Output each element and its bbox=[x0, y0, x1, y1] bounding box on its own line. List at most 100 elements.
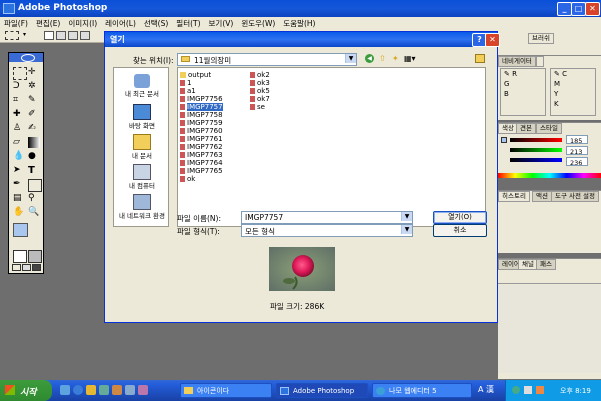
screen-mode-menu-icon[interactable] bbox=[22, 264, 31, 271]
start-button[interactable]: 시작 bbox=[0, 380, 52, 401]
zoom-tool-icon[interactable]: 🔍 bbox=[28, 207, 40, 218]
screen-mode-standard-icon[interactable] bbox=[12, 264, 21, 271]
tab-actions[interactable]: 액션 bbox=[532, 191, 552, 202]
magic-wand-icon[interactable]: ✲ bbox=[28, 81, 40, 92]
close-icon[interactable]: ✕ bbox=[585, 2, 600, 16]
menu-view[interactable]: 보기(V) bbox=[205, 17, 238, 29]
clone-stamp-icon[interactable]: ♙ bbox=[13, 123, 25, 134]
chevron-down-icon[interactable]: ▼ bbox=[401, 225, 412, 234]
tab-color[interactable]: 색상 bbox=[498, 123, 518, 134]
tab-brushes[interactable]: 브러쉬 bbox=[528, 33, 554, 44]
tab-tool-presets[interactable]: 도구 사전 설정 bbox=[551, 191, 600, 202]
list-item[interactable]: IMGP7764 bbox=[180, 159, 223, 167]
standard-mode-icon[interactable] bbox=[13, 250, 27, 263]
shape-tool-icon[interactable] bbox=[28, 179, 42, 192]
place-recent[interactable]: 내 최근 문서 bbox=[114, 74, 170, 98]
eraser-tool-icon[interactable]: ▱ bbox=[13, 137, 25, 148]
cancel-button[interactable]: 취소 bbox=[433, 224, 487, 237]
chevron-down-icon[interactable]: ▼ bbox=[345, 54, 356, 63]
menu-layer[interactable]: 레이어(L) bbox=[101, 17, 140, 29]
taskbar-item-folder[interactable]: 아이콘이다 bbox=[180, 383, 272, 398]
history-brush-icon[interactable]: ✍ bbox=[28, 123, 40, 134]
ie-icon[interactable] bbox=[73, 385, 83, 395]
marquee-tool-icon[interactable] bbox=[5, 31, 19, 40]
list-item[interactable]: ok5 bbox=[250, 87, 270, 95]
menu-edit[interactable]: 편집(E) bbox=[32, 17, 64, 29]
menu-help[interactable]: 도움말(H) bbox=[279, 17, 319, 29]
blur-tool-icon[interactable]: 💧 bbox=[13, 151, 25, 162]
place-network[interactable]: 내 네트워크 환경 bbox=[114, 194, 170, 220]
brush-tool-icon[interactable]: ✐ bbox=[28, 109, 40, 120]
tab-navigator[interactable]: 네비게이터 bbox=[498, 56, 536, 67]
move-tool-icon[interactable]: ✛ bbox=[28, 67, 40, 78]
slice-tool-icon[interactable]: ✎ bbox=[28, 95, 40, 106]
place-computer[interactable]: 내 컴퓨터 bbox=[114, 164, 170, 190]
list-item[interactable]: 1 bbox=[180, 79, 191, 87]
dodge-tool-icon[interactable]: ● bbox=[28, 151, 40, 162]
list-item[interactable]: IMGP7759 bbox=[180, 119, 223, 127]
foreground-color-swatch[interactable] bbox=[13, 223, 28, 237]
intersect-selection-icon[interactable] bbox=[80, 31, 90, 40]
notes-tool-icon[interactable]: ▤ bbox=[13, 193, 25, 204]
list-item[interactable]: a1 bbox=[180, 87, 196, 95]
list-item-selected[interactable]: IMGP7757 bbox=[180, 103, 223, 111]
back-icon[interactable]: ◀ bbox=[365, 54, 374, 63]
look-in-dropdown[interactable]: 11월의장미 ▼ bbox=[177, 53, 357, 66]
place-desktop[interactable]: 바탕 화면 bbox=[114, 104, 170, 130]
type-tool-icon[interactable]: T bbox=[28, 165, 40, 176]
red-value-field[interactable]: 185 bbox=[566, 135, 588, 145]
menu-select[interactable]: 선택(S) bbox=[140, 17, 172, 29]
crop-tool-icon[interactable]: ⌗ bbox=[13, 95, 25, 106]
list-item[interactable]: IMGP7761 bbox=[180, 135, 223, 143]
media-player-icon[interactable] bbox=[112, 385, 122, 395]
taskbar-item-namo[interactable]: 나모 웹에디터 5 bbox=[372, 383, 472, 398]
list-item[interactable]: output bbox=[180, 71, 211, 79]
path-selection-icon[interactable]: ➤ bbox=[13, 165, 25, 176]
chevron-down-icon[interactable]: ▼ bbox=[401, 212, 412, 221]
app-icon[interactable] bbox=[138, 385, 148, 395]
tab-styles[interactable]: 스타일 bbox=[536, 123, 562, 134]
tab-info[interactable] bbox=[536, 56, 544, 67]
app-icon[interactable] bbox=[125, 385, 135, 395]
subtract-selection-icon[interactable] bbox=[68, 31, 78, 40]
add-selection-icon[interactable] bbox=[56, 31, 66, 40]
list-item[interactable]: IMGP7762 bbox=[180, 143, 223, 151]
list-item[interactable]: ok2 bbox=[250, 71, 270, 79]
tab-swatches[interactable]: 견본 bbox=[516, 123, 536, 134]
open-button[interactable]: 열기(O) bbox=[433, 211, 487, 224]
tray-icon[interactable] bbox=[536, 386, 544, 394]
chevron-down-icon[interactable]: ▾ bbox=[23, 31, 31, 40]
green-value-field[interactable]: 213 bbox=[566, 146, 588, 156]
blue-slider[interactable] bbox=[510, 158, 562, 162]
gradient-tool-icon[interactable] bbox=[28, 137, 40, 148]
list-item[interactable]: IMGP7758 bbox=[180, 111, 223, 119]
menu-window[interactable]: 윈도우(W) bbox=[237, 17, 279, 29]
explorer-icon[interactable] bbox=[86, 385, 96, 395]
messenger-icon[interactable] bbox=[99, 385, 109, 395]
list-item[interactable]: ok7 bbox=[250, 95, 270, 103]
view-menu-icon[interactable]: ▦▾ bbox=[404, 54, 418, 63]
filename-input[interactable]: IMGP7757 ▼ bbox=[241, 211, 413, 224]
menu-file[interactable]: 파일(F) bbox=[0, 17, 32, 29]
list-item[interactable]: IMGP7756 bbox=[180, 95, 223, 103]
new-folder-icon[interactable]: ✦ bbox=[392, 54, 401, 63]
green-slider[interactable] bbox=[510, 148, 562, 152]
tray-icon[interactable] bbox=[512, 386, 520, 394]
show-desktop-icon[interactable] bbox=[60, 385, 70, 395]
screen-mode-full-icon[interactable] bbox=[32, 264, 41, 271]
list-item[interactable]: IMGP7760 bbox=[180, 127, 223, 135]
color-foreground-swatch[interactable] bbox=[501, 137, 507, 143]
new-selection-icon[interactable] bbox=[44, 31, 54, 40]
up-folder-icon[interactable]: ⇧ bbox=[379, 54, 388, 63]
menu-image[interactable]: 이미지(I) bbox=[64, 17, 101, 29]
taskbar-item-photoshop[interactable]: Adobe Photoshop bbox=[276, 383, 368, 398]
minimize-icon[interactable]: _ bbox=[557, 2, 572, 16]
filetype-dropdown[interactable]: 모든 형식 ▼ bbox=[241, 224, 413, 237]
speaker-icon[interactable] bbox=[524, 386, 532, 394]
hand-tool-icon[interactable]: ✋ bbox=[13, 207, 25, 218]
red-slider[interactable] bbox=[510, 138, 562, 142]
list-item[interactable]: IMGP7763 bbox=[180, 151, 223, 159]
tab-channels[interactable]: 채널 bbox=[518, 259, 538, 270]
eyedropper-icon[interactable]: ⚲ bbox=[28, 193, 40, 204]
tab-history[interactable]: 히스토리 bbox=[498, 191, 530, 202]
